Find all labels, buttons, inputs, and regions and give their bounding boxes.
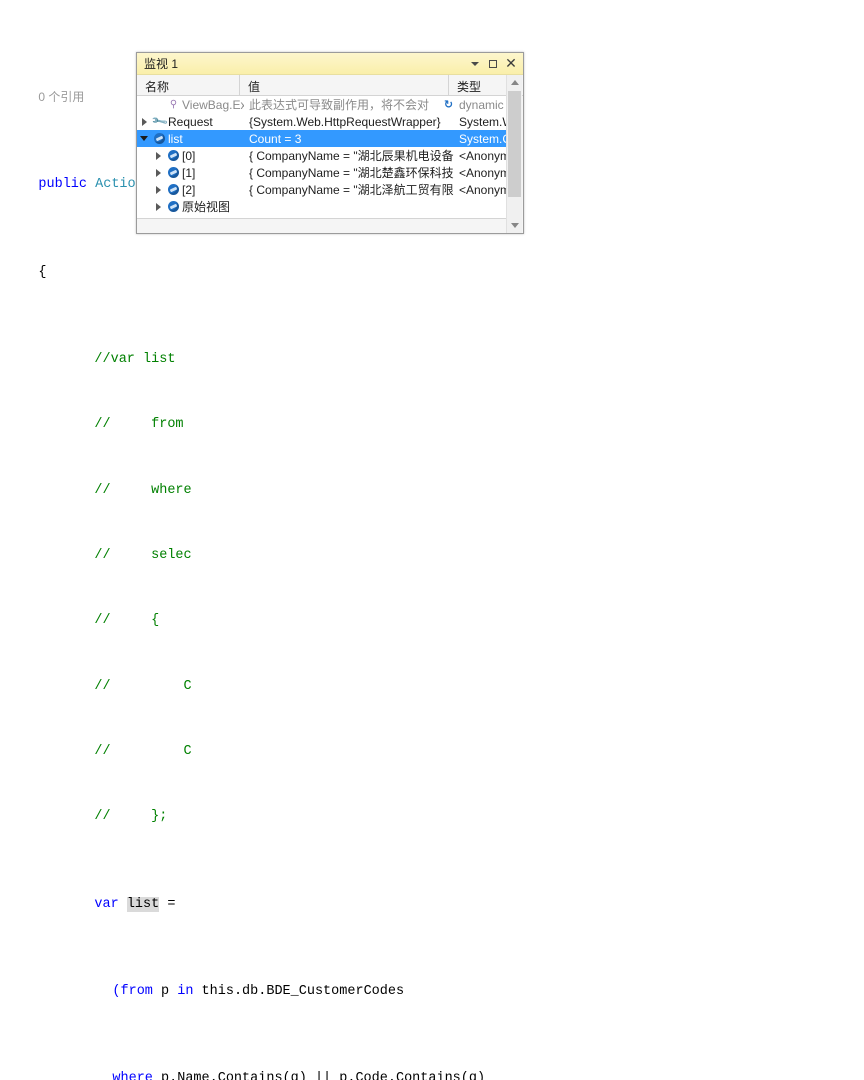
keyword-public: public (38, 177, 88, 193)
code-line-comment-4: // selec (0, 523, 864, 563)
watch-row-selected[interactable]: list Count = 3 System.C (137, 130, 508, 147)
chevron-down-icon[interactable] (466, 55, 484, 72)
scroll-up-icon[interactable] (507, 75, 522, 90)
keyword-var: var (94, 896, 127, 912)
scroll-down-icon[interactable] (507, 218, 522, 233)
cube-icon (165, 167, 182, 178)
maximize-icon[interactable] (484, 55, 502, 72)
code-line-comment-1: //var list (0, 327, 864, 367)
watch-rows-container[interactable]: ⚲ ViewBag.Exp 此表达式可导致副作用，将不会对 ↻ dynamic … (137, 96, 509, 220)
code-line-comment-5: // { (0, 589, 864, 628)
row-expander-collapsed[interactable] (151, 151, 165, 160)
keyword-in: in (177, 983, 194, 999)
watch-row[interactable]: 🔧 Request {System.Web.HttpRequestWrapper… (137, 113, 508, 130)
keyword-where: where (112, 1071, 153, 1080)
column-header-type[interactable]: 类型 (449, 75, 509, 96)
watch-value-cell[interactable]: 此表达式可导致副作用，将不会对 (249, 96, 442, 113)
scrollbar-thumb[interactable] (508, 91, 521, 197)
watch-window[interactable]: 监视 1 ✕ 名称 值 类型 ⚲ ViewBag.Exp 此表达式可导致副作用，… (136, 52, 524, 234)
watch-name-cell: list (168, 131, 183, 146)
source-expression: this.db.BDE_CustomerCodes (193, 983, 405, 999)
wrench-icon: 🔧 (150, 113, 169, 130)
row-expander-collapsed[interactable] (151, 185, 165, 194)
keyword-from: (from (112, 983, 153, 999)
column-header-value[interactable]: 值 (240, 75, 449, 96)
comment-text: // { (94, 613, 160, 629)
watch-type-cell: <Anonym (459, 182, 508, 197)
watch-row[interactable]: ⚲ ViewBag.Exp 此表达式可导致副作用，将不会对 ↻ dynamic (137, 96, 508, 113)
watch-window-titlebar[interactable]: 监视 1 ✕ (137, 53, 523, 75)
comment-text: //var list (94, 351, 176, 367)
code-line-comment-2: // from (0, 392, 864, 432)
row-expander-collapsed[interactable] (151, 168, 165, 177)
watch-row[interactable]: [2] { CompanyName = "湖北泽航工贸有限 <Anonym (137, 181, 508, 198)
magnet-icon: ⚲ (169, 98, 178, 110)
brace-open: { (38, 264, 47, 280)
cube-icon (165, 184, 182, 195)
watch-name-cell: Request (168, 114, 213, 129)
cube-icon (165, 201, 182, 212)
cube-icon (151, 133, 168, 144)
watch-row[interactable]: [1] { CompanyName = "湖北楚鑫环保科技 <Anonym (137, 164, 508, 181)
row-expander-collapsed[interactable] (137, 117, 151, 126)
code-line-comment-6: // C (0, 654, 864, 694)
codelens-reference-count[interactable]: 0 个引用 (38, 90, 84, 104)
watch-value-cell[interactable]: { CompanyName = "湖北楚鑫环保科技 (249, 164, 459, 181)
watch-type-cell: System.C (459, 131, 508, 146)
code-line-var-list: var list = (0, 872, 864, 912)
assign-operator: = (159, 896, 176, 912)
watch-row[interactable]: 原始视图 (137, 198, 508, 215)
code-line-comment-7: // C (0, 719, 864, 759)
watch-window-title: 监视 1 (144, 57, 179, 71)
watch-value-cell[interactable]: { CompanyName = "湖北辰果机电设备 (249, 147, 459, 164)
cube-icon (165, 150, 182, 161)
watch-row[interactable]: [0] { CompanyName = "湖北辰果机电设备 <Anonym (137, 147, 508, 164)
comment-text: // where (94, 482, 192, 498)
watch-name-cell: [0] (182, 148, 196, 163)
row-expander-expanded[interactable] (137, 136, 151, 141)
code-line-from: (from p in this.db.BDE_CustomerCodes (0, 959, 864, 999)
watch-vertical-scrollbar[interactable] (506, 75, 522, 233)
watch-value-cell[interactable]: Count = 3 (249, 132, 459, 146)
column-header-name[interactable]: 名称 (137, 75, 240, 96)
watch-name-cell: [2] (182, 182, 196, 197)
watch-name-cell: ViewBag.Exp (182, 97, 244, 112)
comment-text: // C (94, 744, 192, 760)
comment-text: // from (94, 417, 184, 433)
code-line-open-brace: { (0, 240, 864, 280)
watch-name-cell: [1] (182, 165, 196, 180)
code-line-where: where p.Name.Contains(q) || p.Code.Conta… (0, 1046, 864, 1080)
where-predicate: p.Name.Contains(q) || p.Code.Contains(q) (152, 1071, 486, 1080)
identifier-list-reference: list (126, 896, 160, 912)
comment-text: // selec (94, 547, 192, 563)
refresh-icon[interactable]: ↻ (440, 99, 457, 110)
comment-text: // C (94, 678, 192, 694)
watch-column-headers: 名称 值 类型 (137, 75, 523, 96)
watch-type-cell: <Anonym (459, 165, 508, 180)
code-line-comment-8: // }; (0, 785, 864, 824)
close-icon[interactable]: ✕ (502, 55, 520, 72)
watch-type-cell: System.W (459, 114, 508, 129)
watch-name-cell: 原始视图 (182, 200, 231, 214)
comment-text: // }; (94, 809, 168, 825)
code-line-comment-3: // where (0, 458, 864, 498)
watch-value-cell[interactable]: { CompanyName = "湖北泽航工贸有限 (249, 181, 459, 198)
range-variable-p: p (152, 983, 178, 999)
watch-type-cell: dynamic (459, 97, 504, 112)
watch-type-cell: <Anonym (459, 148, 508, 163)
row-expander-collapsed[interactable] (151, 202, 165, 211)
watch-value-cell[interactable]: {System.Web.HttpRequestWrapper} (249, 115, 459, 129)
watch-empty-row-area[interactable] (137, 218, 509, 233)
